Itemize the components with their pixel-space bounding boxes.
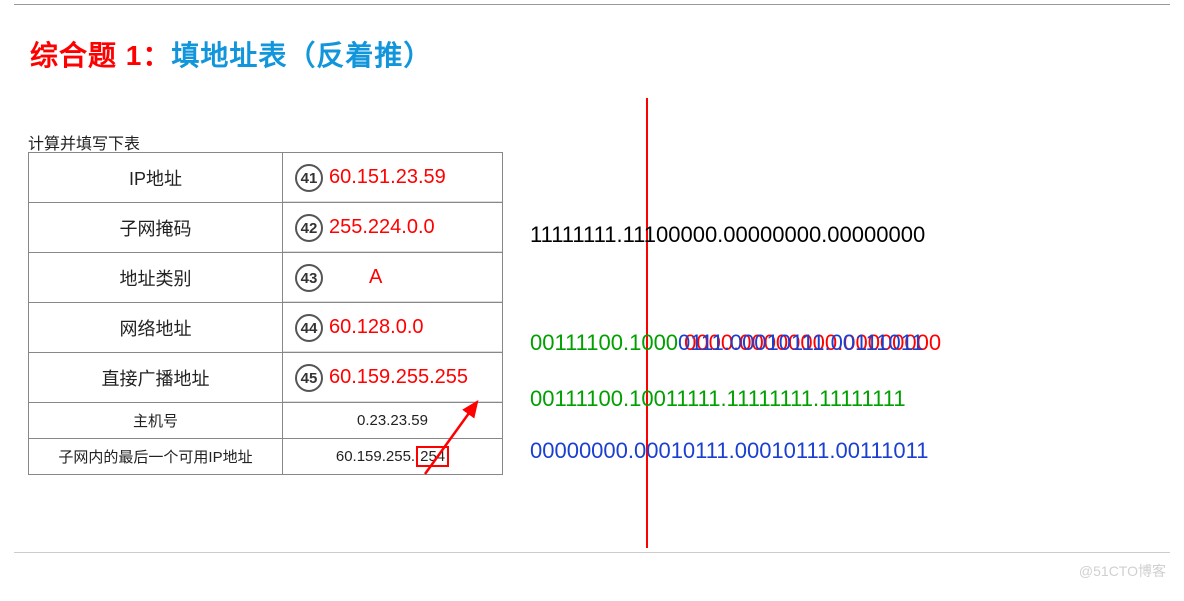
answer-net: 60.128.0.0 bbox=[329, 316, 424, 339]
watermark: @51CTO博客 bbox=[1079, 561, 1166, 581]
title-main: 填地址表（反着推） bbox=[171, 40, 432, 71]
row-value-lastip: 60.159.255.254 bbox=[283, 439, 503, 475]
row-value-class: 43 A bbox=[283, 253, 503, 303]
table-row: 主机号 0.23.23.59 bbox=[29, 403, 503, 439]
value-lastip-boxed: 254 bbox=[416, 446, 449, 467]
table-row: 地址类别 43 A bbox=[29, 253, 503, 303]
answer-mask: 255.224.0.0 bbox=[329, 216, 435, 239]
page-title: 综合题 1：填地址表（反着推） bbox=[30, 34, 432, 74]
row-value-net: 44 60.128.0.0 bbox=[283, 303, 503, 353]
row-label-class: 地址类别 bbox=[29, 253, 283, 303]
vertical-split-line bbox=[646, 98, 648, 548]
answer-ip: 60.151.23.59 bbox=[329, 166, 446, 189]
row-label-mask: 子网掩码 bbox=[29, 203, 283, 253]
blank-number-41: 41 bbox=[295, 164, 323, 192]
blank-number-42: 42 bbox=[295, 214, 323, 242]
page-bottom-border bbox=[14, 552, 1170, 553]
table-row: 直接广播地址 45 60.159.255.255 bbox=[29, 353, 503, 403]
value-host: 0.23.23.59 bbox=[357, 412, 428, 429]
row-value-bcast: 45 60.159.255.255 bbox=[283, 353, 503, 403]
answer-class: A bbox=[369, 266, 382, 289]
value-lastip-prefix: 60.159.255. bbox=[336, 448, 415, 465]
blank-number-44: 44 bbox=[295, 314, 323, 342]
binary-host: 00000000.00010111.00010111.00111011 bbox=[530, 438, 928, 464]
row-label-net: 网络地址 bbox=[29, 303, 283, 353]
answer-bcast: 60.159.255.255 bbox=[329, 366, 468, 389]
table-row: 子网内的最后一个可用IP地址 60.159.255.254 bbox=[29, 439, 503, 475]
page-top-border bbox=[14, 4, 1170, 5]
binary-network: 00111100.1000 0000.00000000.00000000 011… bbox=[530, 330, 941, 356]
row-label-host: 主机号 bbox=[29, 403, 283, 439]
row-label-bcast: 直接广播地址 bbox=[29, 353, 283, 403]
blank-number-45: 45 bbox=[295, 364, 323, 392]
row-value-host: 0.23.23.59 bbox=[283, 403, 503, 439]
binary-network-overlay: 0111.00010111.00111011 bbox=[678, 330, 924, 356]
binary-broadcast: 00111100.10011111.11111111.11111111 bbox=[530, 386, 906, 412]
table-row: IP地址 41 60.151.23.59 bbox=[29, 153, 503, 203]
binary-broadcast-tail: 1111.11111111.11111111 bbox=[676, 386, 905, 411]
binary-network-green: 00111100.1000 bbox=[530, 330, 678, 355]
binary-mask: 11111111.11100000.00000000.00000000 bbox=[530, 222, 925, 248]
row-value-mask: 42 255.224.0.0 bbox=[283, 203, 503, 253]
row-label-ip: IP地址 bbox=[29, 153, 283, 203]
address-table: IP地址 41 60.151.23.59 子网掩码 42 255.224.0.0… bbox=[28, 152, 503, 475]
table-caption: 计算并填写下表 bbox=[28, 130, 140, 154]
binary-broadcast-green: 00111100.1001 bbox=[530, 386, 676, 411]
row-label-lastip: 子网内的最后一个可用IP地址 bbox=[29, 439, 283, 475]
title-prefix: 综合题 1： bbox=[30, 40, 171, 71]
table-row: 网络地址 44 60.128.0.0 bbox=[29, 303, 503, 353]
row-value-ip: 41 60.151.23.59 bbox=[283, 153, 503, 203]
table-row: 子网掩码 42 255.224.0.0 bbox=[29, 203, 503, 253]
blank-number-43: 43 bbox=[295, 264, 323, 292]
